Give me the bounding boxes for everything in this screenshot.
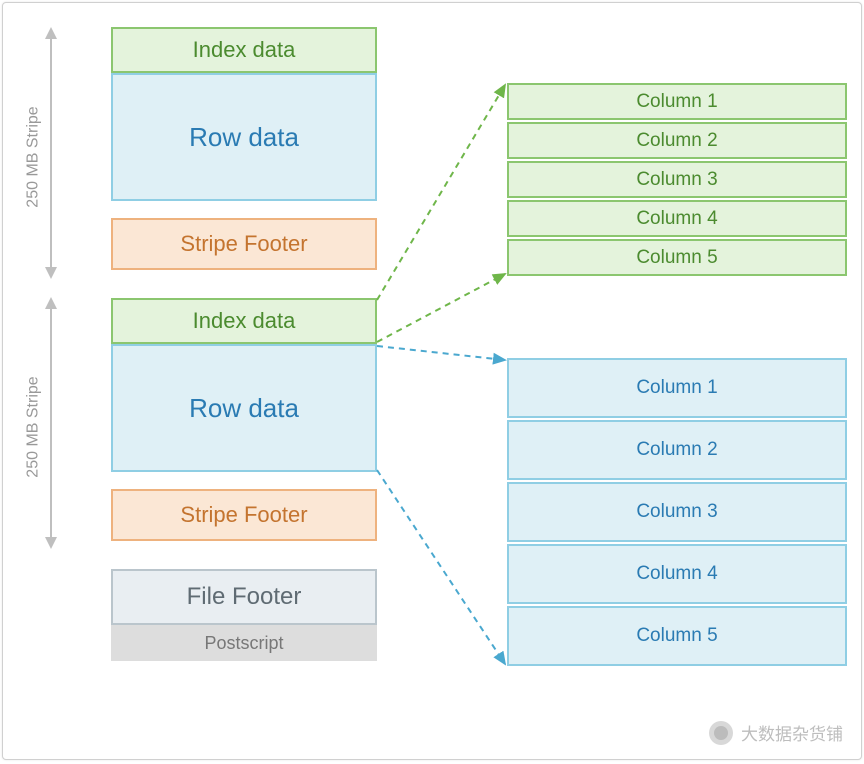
- index-column-5: Column 5: [507, 239, 847, 276]
- index-column-1: Column 1: [507, 83, 847, 120]
- row-column-4: Column 4: [507, 544, 847, 604]
- index-column-3: Column 3: [507, 161, 847, 198]
- stripe1-size-label: 250 MB Stripe: [25, 106, 43, 207]
- stripe2-stripe-footer: Stripe Footer: [111, 489, 377, 541]
- row-column-5: Column 5: [507, 606, 847, 666]
- stripe2-index-data: Index data: [111, 298, 377, 344]
- row-column-1: Column 1: [507, 358, 847, 418]
- diagram-frame: 250 MB Stripe 250 MB Stripe Index data R…: [2, 2, 862, 760]
- watermark: 大数据杂货铺: [709, 720, 843, 745]
- postscript: Postscript: [111, 625, 377, 661]
- file-footer: File Footer: [111, 569, 377, 625]
- index-column-2: Column 2: [507, 122, 847, 159]
- index-column-4: Column 4: [507, 200, 847, 237]
- wechat-icon: [709, 721, 733, 745]
- row-column-2: Column 2: [507, 420, 847, 480]
- stripe2-row-data: Row data: [111, 344, 377, 472]
- stripe1-index-data: Index data: [111, 27, 377, 73]
- stripe1-row-data: Row data: [111, 73, 377, 201]
- row-column-3: Column 3: [507, 482, 847, 542]
- stripe2-size-label: 250 MB Stripe: [25, 376, 43, 477]
- watermark-text: 大数据杂货铺: [741, 720, 843, 745]
- stripe1-stripe-footer: Stripe Footer: [111, 218, 377, 270]
